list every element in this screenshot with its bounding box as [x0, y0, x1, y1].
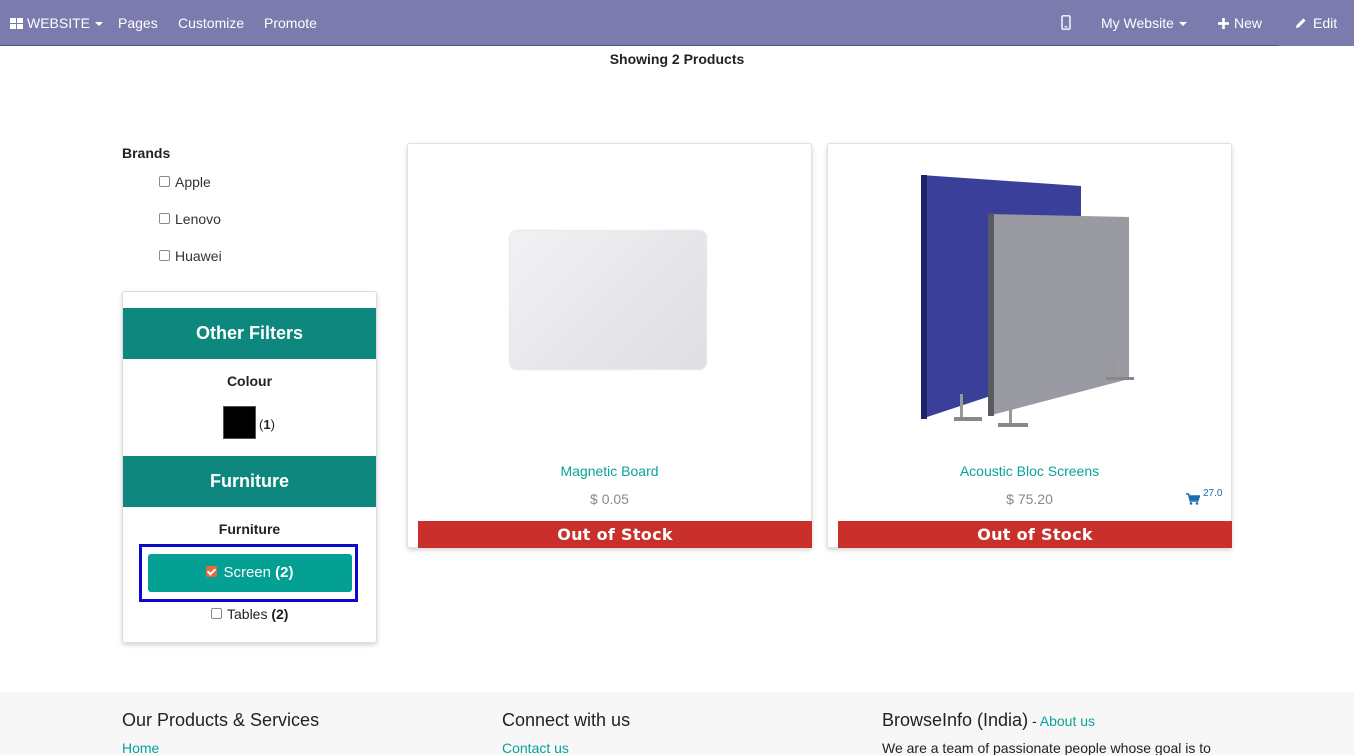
colour-count-value: 1 [263, 417, 271, 432]
chevron-down-icon [95, 22, 104, 27]
products-count-heading: Showing 2 Products [609, 51, 745, 67]
screen-label: Screen [223, 564, 271, 581]
checkbox[interactable] [159, 250, 170, 261]
product-price: $ 0.05 [590, 491, 629, 507]
out-of-stock-badge: Out of Stock [418, 521, 812, 548]
checkbox[interactable] [159, 176, 170, 187]
mobile-preview-button[interactable] [1061, 0, 1071, 46]
product-image[interactable] [828, 144, 1231, 444]
furniture-header: Furniture [123, 456, 376, 507]
website-menu-button[interactable]: WEBSITE [10, 0, 104, 46]
edit-label: Edit [1313, 15, 1338, 31]
brands-heading: Brands [122, 145, 171, 161]
out-of-stock-badge: Out of Stock [838, 521, 1232, 548]
new-button[interactable]: New [1218, 0, 1262, 46]
apps-grid-icon [10, 18, 23, 29]
screen-count: (2) [275, 564, 294, 581]
edit-button[interactable]: Edit [1295, 0, 1337, 46]
footer-company-heading: BrowseInfo (India) - About us [882, 710, 1095, 731]
tables-label: Tables [227, 606, 268, 622]
tables-count: (2) [271, 606, 289, 622]
footer-company-text: We are a team of passionate people whose… [882, 740, 1211, 755]
customize-menu[interactable]: Customize [178, 0, 244, 46]
footer-home-link[interactable]: Home [122, 740, 159, 755]
footer-contact-link[interactable]: Contact us [502, 740, 569, 755]
footer-products-heading: Our Products & Services [122, 710, 320, 730]
brand-label: Lenovo [175, 211, 221, 227]
chevron-down-icon [1178, 22, 1187, 27]
brand-filter-lenovo[interactable]: Lenovo [159, 211, 221, 227]
brand-label: Apple [175, 174, 211, 190]
checkbox[interactable] [159, 213, 170, 224]
new-label: New [1234, 15, 1263, 31]
website-menu-label: WEBSITE [27, 15, 91, 31]
separator: - [1028, 713, 1040, 729]
pencil-icon [1296, 18, 1306, 28]
brand-label: Huawei [175, 248, 222, 264]
mobile-phone-icon [1061, 15, 1071, 30]
cart-quantity-badge: 27.0 [1203, 488, 1223, 499]
tables-filter[interactable]: Tables (2) [211, 606, 288, 622]
footer-about-link[interactable]: About us [1040, 713, 1095, 729]
shopping-cart-icon[interactable] [1186, 493, 1200, 505]
furniture-label: Furniture [218, 521, 281, 537]
colour-label: Colour [226, 373, 273, 389]
product-card-acoustic-bloc-screens[interactable]: Acoustic Bloc Screens $ 75.20 27.0 Out o… [827, 143, 1232, 548]
my-website-dropdown[interactable]: My Website [1101, 0, 1187, 46]
product-card-magnetic-board[interactable]: Magnetic Board $ 0.05 Out of Stock [407, 143, 812, 548]
topbar-divider [0, 45, 1279, 46]
brand-filter-apple[interactable]: Apple [159, 174, 211, 190]
other-filters-header: Other Filters [123, 308, 376, 359]
product-name[interactable]: Magnetic Board [408, 463, 811, 479]
checkbox-checked-icon[interactable] [206, 566, 218, 577]
product-price: $ 75.20 [1006, 491, 1053, 507]
brand-filter-huawei[interactable]: Huawei [159, 248, 222, 264]
website-topbar: WEBSITE Pages Customize Promote My Websi… [0, 0, 1354, 46]
colour-count: (1) [259, 417, 275, 432]
screen-filter-button[interactable]: Screen (2) [148, 554, 352, 592]
filters-panel: Other Filters Colour (1) Furniture Furni… [122, 291, 377, 643]
checkbox[interactable] [211, 608, 222, 619]
product-name[interactable]: Acoustic Bloc Screens [828, 463, 1231, 479]
company-name: BrowseInfo (India) [882, 710, 1029, 730]
footer: Our Products & Services Home Connect wit… [0, 692, 1354, 755]
colour-swatch-black[interactable] [223, 406, 256, 439]
pages-menu[interactable]: Pages [118, 0, 158, 46]
promote-menu[interactable]: Promote [264, 0, 317, 46]
plus-icon [1218, 18, 1229, 29]
footer-connect-heading: Connect with us [502, 710, 631, 730]
my-website-label: My Website [1101, 15, 1174, 31]
product-image[interactable] [510, 231, 706, 369]
